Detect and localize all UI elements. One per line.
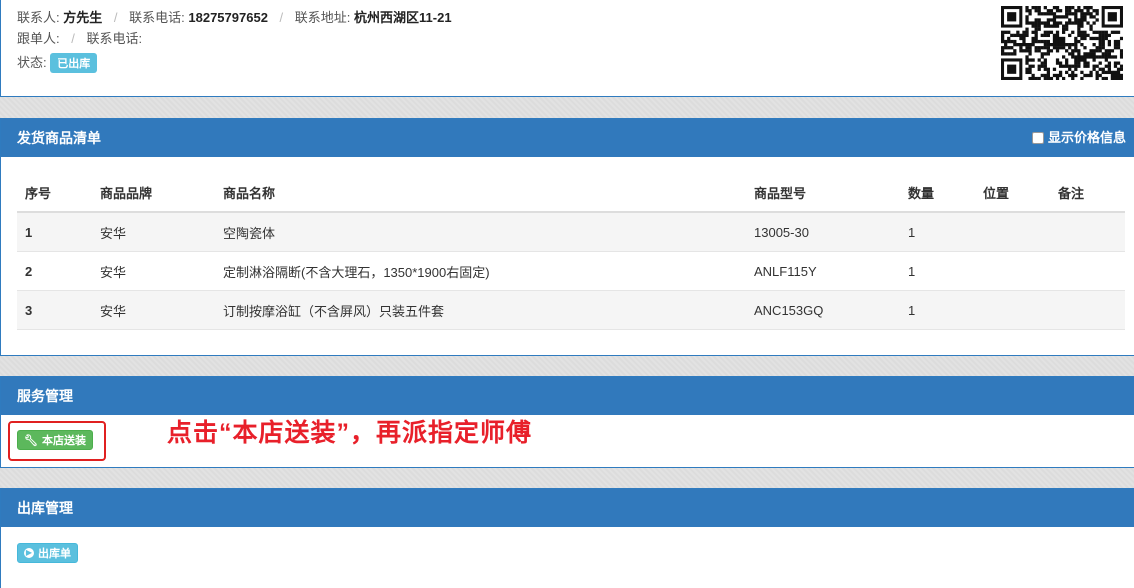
status-label: 状态: <box>17 55 47 70</box>
table-row: 2 安华 定制淋浴隔断(不含大理石，1350*1900右固定) ANLF115Y… <box>17 251 1125 291</box>
outbound-order-label: 出库单 <box>38 548 71 560</box>
column-header: 位置 <box>975 173 1050 213</box>
row-brand: 安华 <box>92 212 215 252</box>
status-badge: 已出库 <box>50 53 98 73</box>
row-index: 1 <box>17 212 92 252</box>
goods-table: 序号 商品品牌 商品名称 商品型号 数量 位置 备注 1 安华 空陶瓷体 130… <box>17 173 1125 330</box>
column-header: 商品名称 <box>215 173 746 213</box>
row-model: ANLF115Y <box>746 251 900 291</box>
column-header: 序号 <box>17 173 92 213</box>
table-header-row: 序号 商品品牌 商品名称 商品型号 数量 位置 备注 <box>17 173 1125 213</box>
show-price-checkbox[interactable] <box>1031 132 1044 144</box>
contact-address: 杭州西湖区11-21 <box>354 10 452 25</box>
status-line: 状态: 已出库 <box>17 52 98 73</box>
row-position <box>975 212 1050 252</box>
separator: / <box>279 10 284 25</box>
column-header: 商品型号 <box>746 173 900 213</box>
row-note <box>1050 251 1125 291</box>
show-price-toggle[interactable]: 显示价格信息 <box>1031 119 1126 157</box>
row-model: ANC153GQ <box>746 290 900 330</box>
row-quantity: 1 <box>900 212 975 252</box>
row-position <box>975 251 1050 291</box>
store-delivery-button[interactable]: 🔧︎ 本店送装 <box>17 430 93 450</box>
arrow-circle-icon: ▶ <box>24 548 34 558</box>
contact-phone: 18275797652 <box>188 10 268 25</box>
row-model: 13005-30 <box>746 212 900 252</box>
goods-list-panel: 发货商品清单 显示价格信息 序号 商品品牌 商品名称 商品型号 数量 位置 备注… <box>0 118 1134 356</box>
contact-label: 联系人: <box>17 10 60 25</box>
column-header: 商品品牌 <box>92 173 215 213</box>
order-info-panel: 联系人: 方先生 / 联系电话: 18275797652 / 联系地址: 杭州西… <box>0 0 1134 97</box>
separator: / <box>71 31 75 46</box>
phone-label: 联系电话: <box>129 10 185 25</box>
outbound-order-button[interactable]: ▶ 出库单 <box>17 543 78 563</box>
row-index: 2 <box>17 251 92 291</box>
column-header: 备注 <box>1050 173 1125 213</box>
instruction-annotation: 点击“本店送装”，再派指定师傅 <box>167 419 533 447</box>
row-brand: 安华 <box>92 251 215 291</box>
row-product-name: 定制淋浴隔断(不含大理石，1350*1900右固定) <box>215 251 746 291</box>
service-panel-title: 服务管理 <box>17 388 73 404</box>
row-product-name: 空陶瓷体 <box>215 212 746 252</box>
outbound-panel-header: 出库管理 <box>1 489 1134 527</box>
separator: / <box>113 10 118 25</box>
row-position <box>975 290 1050 330</box>
row-brand: 安华 <box>92 290 215 330</box>
service-panel: 服务管理 🔧︎ 本店送装 点击“本店送装”，再派指定师傅 <box>0 376 1134 468</box>
table-row: 1 安华 空陶瓷体 13005-30 1 <box>17 212 1125 252</box>
follow-phone-label: 联系电话: <box>86 31 143 46</box>
goods-panel-header: 发货商品清单 显示价格信息 <box>1 119 1134 157</box>
follow-line: 跟单人: / 联系电话: <box>17 28 142 47</box>
goods-panel-title: 发货商品清单 <box>17 130 101 146</box>
outbound-panel: 出库管理 ▶ 出库单 <box>0 488 1134 588</box>
address-label: 联系地址: <box>294 10 351 25</box>
row-product-name: 订制按摩浴缸（不含屏风）只装五件套 <box>215 290 746 330</box>
contact-line: 联系人: 方先生 / 联系电话: 18275797652 / 联系地址: 杭州西… <box>17 7 452 26</box>
row-note <box>1050 290 1125 330</box>
follow-label: 跟单人: <box>17 31 60 46</box>
row-index: 3 <box>17 290 92 330</box>
show-price-label: 显示价格信息 <box>1047 130 1126 145</box>
row-quantity: 1 <box>900 290 975 330</box>
contact-name: 方先生 <box>63 10 103 25</box>
column-header: 数量 <box>900 173 975 213</box>
table-row: 3 安华 订制按摩浴缸（不含屏风）只装五件套 ANC153GQ 1 <box>17 290 1125 330</box>
wrench-icon: 🔧︎ <box>24 434 38 447</box>
store-delivery-label: 本店送装 <box>41 435 86 447</box>
service-panel-header: 服务管理 <box>1 377 1134 415</box>
row-quantity: 1 <box>900 251 975 291</box>
outbound-panel-title: 出库管理 <box>17 500 73 516</box>
qr-code-icon <box>1001 6 1123 80</box>
row-note <box>1050 212 1125 252</box>
